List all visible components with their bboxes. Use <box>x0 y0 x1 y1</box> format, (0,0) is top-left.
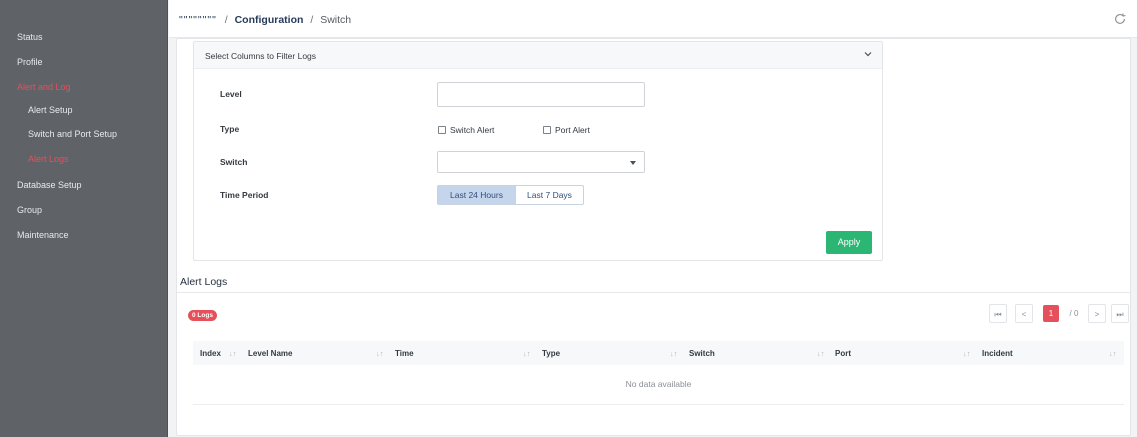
column-header-index[interactable]: Index <box>200 349 221 358</box>
sort-icon[interactable]: ↓↑ <box>1109 349 1117 358</box>
sidebar-item-alert-logs[interactable]: Alert Logs <box>28 154 69 164</box>
filter-panel-header[interactable]: Select Columns to Filter Logs <box>194 42 882 69</box>
column-header-incident[interactable]: Incident <box>982 349 1013 358</box>
alert-logs-title: Alert Logs <box>180 276 228 288</box>
sidebar-item-alert-and-log[interactable]: Alert and Log <box>17 82 71 92</box>
sort-icon[interactable]: ↓↑ <box>963 349 971 358</box>
sidebar-item-database-setup[interactable]: Database Setup <box>17 180 82 190</box>
chevron-down-icon[interactable] <box>863 49 873 59</box>
breadcrumb-current-page: Switch <box>320 14 352 26</box>
pager-total: / 0 <box>1069 309 1079 318</box>
filter-panel: Select Columns to Filter Logs Level Type… <box>193 41 883 261</box>
sidebar-item-group[interactable]: Group <box>17 205 42 215</box>
sidebar-item-switch-and-port-setup[interactable]: Switch and Port Setup <box>28 129 117 139</box>
level-input[interactable] <box>437 82 645 107</box>
sidebar: Status Profile Alert and Log Alert Setup… <box>0 0 168 437</box>
sort-icon[interactable]: ↓↑ <box>817 349 825 358</box>
time-period-label: Time Period <box>220 190 269 200</box>
breadcrumb-root[interactable]: """""""" <box>179 14 221 26</box>
log-count-badge: 0 Logs <box>188 310 217 321</box>
refresh-icon[interactable] <box>1113 12 1127 26</box>
pager-last-button[interactable]: ⏭ <box>1111 304 1129 323</box>
switch-alert-checkbox[interactable]: Switch Alert <box>438 125 494 135</box>
switch-select[interactable] <box>437 151 645 173</box>
table-header: Index ↓↑ Level Name ↓↑ Time ↓↑ Type ↓↑ S… <box>193 341 1124 365</box>
port-alert-label: Port Alert <box>555 125 590 135</box>
time-period-last-24-hours[interactable]: Last 24 Hours <box>437 185 515 205</box>
checkbox-icon[interactable] <box>438 126 446 134</box>
breadcrumb-configuration[interactable]: Configuration <box>235 14 304 26</box>
column-header-type[interactable]: Type <box>542 349 560 358</box>
column-header-level-name[interactable]: Level Name <box>248 349 292 358</box>
port-alert-checkbox[interactable]: Port Alert <box>543 125 590 135</box>
pager-prev-button[interactable]: < <box>1015 304 1033 323</box>
breadcrumb: """""""" / Configuration / Switch <box>179 14 351 26</box>
column-header-time[interactable]: Time <box>395 349 414 358</box>
column-header-switch[interactable]: Switch <box>689 349 715 358</box>
pager-next-button[interactable]: > <box>1088 304 1106 323</box>
table-empty-message: No data available <box>193 365 1124 405</box>
apply-button[interactable]: Apply <box>826 231 872 254</box>
sort-icon[interactable]: ↓↑ <box>523 349 531 358</box>
sidebar-item-alert-setup[interactable]: Alert Setup <box>28 105 73 115</box>
time-period-last-7-days[interactable]: Last 7 Days <box>515 185 584 205</box>
dropdown-caret-icon[interactable] <box>630 161 636 165</box>
switch-alert-label: Switch Alert <box>450 125 495 135</box>
breadcrumb-separator: / <box>224 14 228 26</box>
breadcrumb-separator: / <box>310 14 314 26</box>
sort-icon[interactable]: ↓↑ <box>670 349 678 358</box>
sidebar-item-status[interactable]: Status <box>17 32 43 42</box>
sort-icon[interactable]: ↓↑ <box>376 349 384 358</box>
sidebar-item-profile[interactable]: Profile <box>17 57 43 67</box>
pager-first-button[interactable]: ⏮ <box>989 304 1007 323</box>
level-label: Level <box>220 89 242 99</box>
switch-label: Switch <box>220 157 248 167</box>
sort-icon[interactable]: ↓↑ <box>229 349 237 358</box>
checkbox-icon[interactable] <box>543 126 551 134</box>
type-label: Type <box>220 124 240 134</box>
column-header-port[interactable]: Port <box>835 349 851 358</box>
top-bar: """""""" / Configuration / Switch <box>169 0 1137 38</box>
filter-panel-title: Select Columns to Filter Logs <box>205 51 317 61</box>
divider <box>177 292 1130 293</box>
pager-current-page[interactable]: 1 <box>1043 305 1059 322</box>
sidebar-item-maintenance[interactable]: Maintenance <box>17 230 69 240</box>
